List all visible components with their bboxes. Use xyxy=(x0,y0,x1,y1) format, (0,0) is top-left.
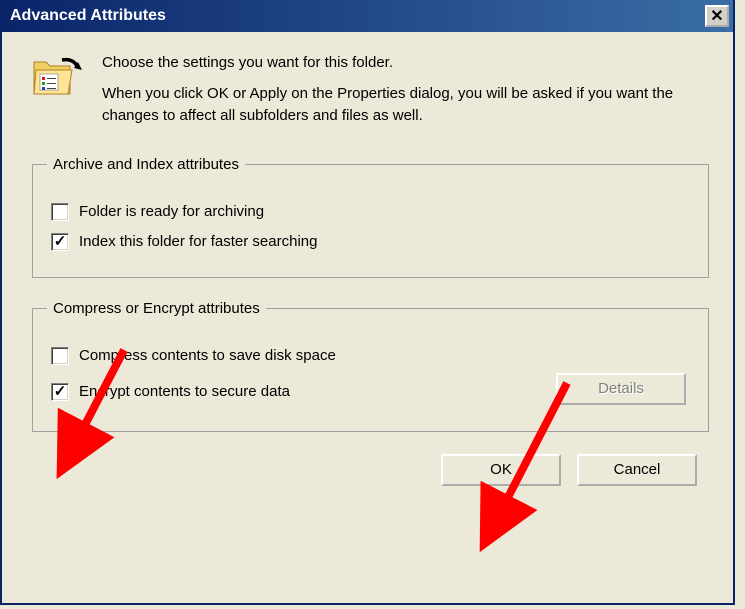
archive-ready-label[interactable]: Folder is ready for archiving xyxy=(79,203,264,220)
header-line1: Choose the settings you want for this fo… xyxy=(102,52,709,75)
archive-ready-checkbox[interactable] xyxy=(51,203,69,221)
window-title: Advanced Attributes xyxy=(10,7,166,25)
dialog-content: Choose the settings you want for this fo… xyxy=(2,32,733,506)
archive-legend: Archive and Index attributes xyxy=(47,156,245,173)
header-text: Choose the settings you want for this fo… xyxy=(102,52,709,128)
encrypt-contents-checkbox[interactable] xyxy=(51,383,69,401)
compress-contents-row: Compress contents to save disk space xyxy=(51,347,694,365)
archive-ready-row: Folder is ready for archiving xyxy=(51,203,694,221)
compress-contents-label[interactable]: Compress contents to save disk space xyxy=(79,347,336,364)
index-folder-row: Index this folder for faster searching xyxy=(51,233,694,251)
folder-settings-icon xyxy=(32,52,84,100)
dialog-window: Advanced Attributes ✕ xyxy=(0,0,735,605)
close-button[interactable]: ✕ xyxy=(705,5,729,27)
encrypt-row-wrap: Encrypt contents to secure data Details xyxy=(47,371,694,407)
header-row: Choose the settings you want for this fo… xyxy=(32,52,709,128)
compress-encrypt-legend: Compress or Encrypt attributes xyxy=(47,300,266,317)
encrypt-contents-label[interactable]: Encrypt contents to secure data xyxy=(79,383,290,400)
archive-group: Archive and Index attributes Folder is r… xyxy=(32,156,709,278)
ok-button[interactable]: OK xyxy=(441,454,561,486)
close-icon: ✕ xyxy=(710,6,723,26)
cancel-button[interactable]: Cancel xyxy=(577,454,697,486)
compress-contents-checkbox[interactable] xyxy=(51,347,69,365)
dialog-button-row: OK Cancel xyxy=(32,454,709,486)
compress-encrypt-group: Compress or Encrypt attributes Compress … xyxy=(32,300,709,432)
header-line2: When you click OK or Apply on the Proper… xyxy=(102,83,709,128)
index-folder-checkbox[interactable] xyxy=(51,233,69,251)
index-folder-label[interactable]: Index this folder for faster searching xyxy=(79,233,317,250)
encrypt-contents-row: Encrypt contents to secure data xyxy=(51,383,290,401)
titlebar: Advanced Attributes ✕ xyxy=(2,0,733,32)
details-button[interactable]: Details xyxy=(556,373,686,405)
